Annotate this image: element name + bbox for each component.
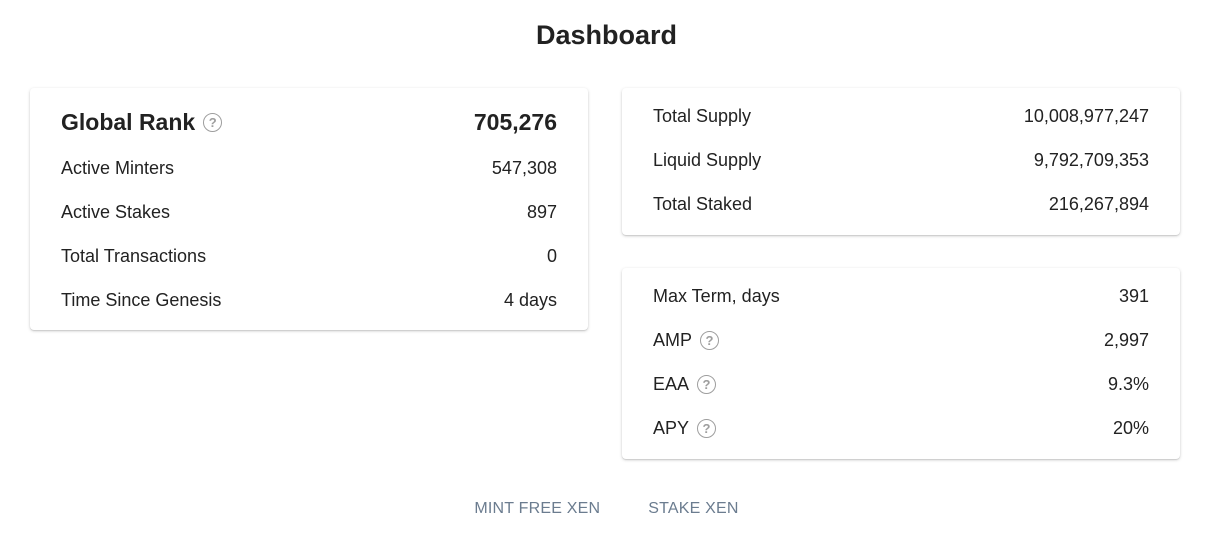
total-supply-row: Total Supply 10,008,977,247 (653, 104, 1149, 128)
mint-free-xen-button[interactable]: MINT FREE XEN (474, 500, 600, 518)
total-transactions-value: 0 (546, 245, 557, 266)
eaa-label: EAA (653, 373, 690, 394)
active-minters-value: 547,308 (491, 157, 557, 178)
apy-value: 20% (1112, 417, 1149, 438)
liquid-supply-value: 9,792,709,353 (1033, 149, 1149, 170)
apy-row: APY ? 20% (653, 416, 1149, 440)
question-circle-icon[interactable]: ? (697, 418, 717, 438)
global-rank-value: 705,276 (473, 108, 557, 135)
global-rank-label: Global Rank (61, 108, 196, 135)
liquid-supply-label: Liquid Supply (653, 149, 762, 170)
max-term-row: Max Term, days 391 (653, 284, 1149, 308)
active-stakes-label: Active Stakes (61, 201, 171, 222)
max-term-label: Max Term, days (653, 285, 780, 306)
active-stakes-value: 897 (526, 201, 557, 222)
time-since-genesis-label: Time Since Genesis (61, 289, 222, 310)
time-since-genesis-value: 4 days (503, 289, 557, 310)
apy-label: APY (653, 417, 690, 438)
amp-row: AMP ? 2,997 (653, 328, 1149, 352)
question-circle-icon[interactable]: ? (697, 374, 717, 394)
total-staked-label: Total Staked (653, 193, 753, 214)
question-circle-icon[interactable]: ? (203, 112, 223, 132)
page-title: Dashboard (535, 20, 678, 50)
max-term-value: 391 (1118, 285, 1149, 306)
supply-card: Total Supply 10,008,977,247 Liquid Suppl… (622, 88, 1180, 235)
active-minters-label: Active Minters (61, 157, 175, 178)
total-transactions-label: Total Transactions (61, 245, 207, 266)
total-transactions-row: Total Transactions 0 (61, 244, 557, 268)
global-stats-card: Global Rank ? 705,276 Active Minters 547… (30, 88, 588, 330)
active-stakes-row: Active Stakes 897 (61, 200, 557, 224)
eaa-value: 9.3% (1107, 373, 1149, 394)
time-since-genesis-row: Time Since Genesis 4 days (61, 288, 557, 312)
total-staked-value: 216,267,894 (1048, 193, 1149, 214)
total-staked-row: Total Staked 216,267,894 (653, 192, 1149, 216)
global-rank-row: Global Rank ? 705,276 (61, 107, 557, 137)
total-supply-value: 10,008,977,247 (1023, 105, 1149, 126)
amp-label: AMP (653, 329, 693, 350)
question-circle-icon[interactable]: ? (700, 330, 720, 350)
stake-xen-button[interactable]: STAKE XEN (648, 500, 738, 518)
term-stats-card: Max Term, days 391 AMP ? 2,997 EAA ? 9.3… (622, 268, 1180, 459)
total-supply-label: Total Supply (653, 105, 752, 126)
action-bar: MINT FREE XEN STAKE XEN (0, 500, 1213, 518)
amp-value: 2,997 (1103, 329, 1149, 350)
active-minters-row: Active Minters 547,308 (61, 156, 557, 180)
liquid-supply-row: Liquid Supply 9,792,709,353 (653, 148, 1149, 172)
eaa-row: EAA ? 9.3% (653, 372, 1149, 396)
